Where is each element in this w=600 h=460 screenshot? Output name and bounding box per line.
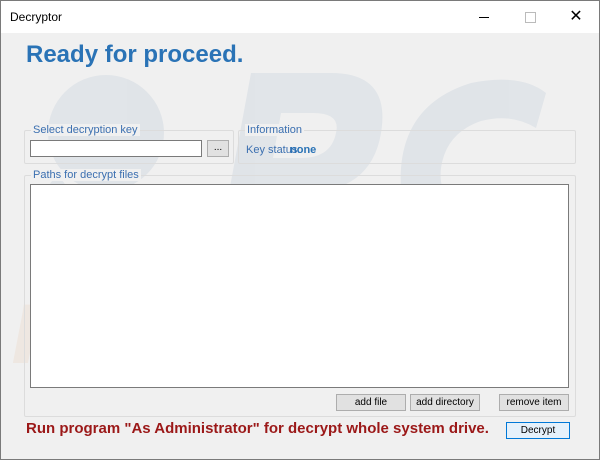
information-legend: Information: [245, 124, 305, 136]
close-icon: ✕: [569, 8, 583, 25]
add-file-button[interactable]: add file: [336, 394, 406, 411]
page-title: Ready for proceed.: [26, 41, 244, 68]
key-path-input[interactable]: [30, 140, 202, 157]
minimize-button[interactable]: [461, 1, 507, 33]
title-bar[interactable]: Decryptor ✕: [1, 1, 599, 33]
admin-warning-text: Run program "As Administrator" for decry…: [26, 420, 489, 437]
key-group-legend: Select decryption key: [31, 124, 140, 136]
remove-item-button[interactable]: remove item: [499, 394, 569, 411]
paths-legend: Paths for decrypt files: [31, 169, 141, 181]
close-button[interactable]: ✕: [553, 1, 599, 33]
maximize-button[interactable]: [507, 1, 553, 33]
maximize-icon: [524, 11, 536, 23]
add-directory-button[interactable]: add directory: [410, 394, 480, 411]
browse-key-button[interactable]: ...: [207, 140, 229, 157]
window-title: Decryptor: [10, 10, 63, 24]
paths-listbox[interactable]: [30, 184, 569, 388]
key-status-value: none: [290, 144, 317, 156]
minimize-icon: [479, 16, 489, 18]
decrypt-button[interactable]: Decrypt: [506, 422, 570, 439]
decryptor-window: Decryptor ✕ risk.com Ready for proceed. …: [0, 0, 600, 460]
